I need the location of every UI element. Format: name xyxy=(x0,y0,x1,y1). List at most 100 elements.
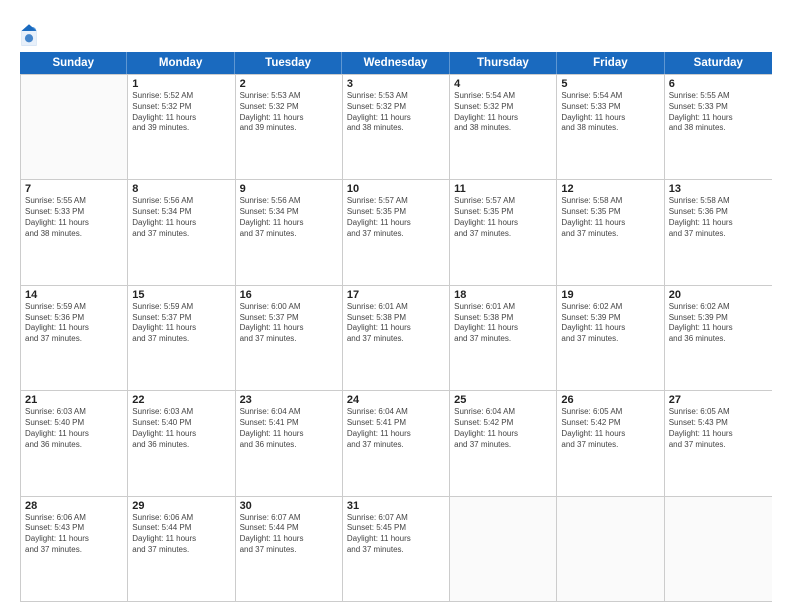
day-number: 4 xyxy=(454,78,552,90)
calendar-day-13: 13Sunrise: 5:58 AM Sunset: 5:36 PM Dayli… xyxy=(665,180,772,284)
calendar-row-5: 28Sunrise: 6:06 AM Sunset: 5:43 PM Dayli… xyxy=(21,496,772,601)
calendar-day-11: 11Sunrise: 5:57 AM Sunset: 5:35 PM Dayli… xyxy=(450,180,557,284)
header-day-sunday: Sunday xyxy=(20,52,127,74)
header-day-monday: Monday xyxy=(127,52,234,74)
day-info: Sunrise: 5:55 AM Sunset: 5:33 PM Dayligh… xyxy=(669,91,768,134)
day-info: Sunrise: 6:06 AM Sunset: 5:44 PM Dayligh… xyxy=(132,513,230,556)
day-info: Sunrise: 5:58 AM Sunset: 5:35 PM Dayligh… xyxy=(561,196,659,239)
calendar-day-20: 20Sunrise: 6:02 AM Sunset: 5:39 PM Dayli… xyxy=(665,286,772,390)
day-number: 26 xyxy=(561,394,659,406)
calendar-day-6: 6Sunrise: 5:55 AM Sunset: 5:33 PM Daylig… xyxy=(665,75,772,179)
calendar-empty-cell xyxy=(450,497,557,601)
header-day-wednesday: Wednesday xyxy=(342,52,449,74)
day-info: Sunrise: 5:56 AM Sunset: 5:34 PM Dayligh… xyxy=(132,196,230,239)
header-day-tuesday: Tuesday xyxy=(235,52,342,74)
day-number: 12 xyxy=(561,183,659,195)
day-number: 23 xyxy=(240,394,338,406)
calendar-day-8: 8Sunrise: 5:56 AM Sunset: 5:34 PM Daylig… xyxy=(128,180,235,284)
calendar-day-16: 16Sunrise: 6:00 AM Sunset: 5:37 PM Dayli… xyxy=(236,286,343,390)
day-number: 20 xyxy=(669,289,768,301)
day-number: 14 xyxy=(25,289,123,301)
calendar-day-2: 2Sunrise: 5:53 AM Sunset: 5:32 PM Daylig… xyxy=(236,75,343,179)
day-number: 9 xyxy=(240,183,338,195)
day-info: Sunrise: 6:04 AM Sunset: 5:41 PM Dayligh… xyxy=(240,407,338,450)
calendar-row-3: 14Sunrise: 5:59 AM Sunset: 5:36 PM Dayli… xyxy=(21,285,772,390)
day-info: Sunrise: 6:03 AM Sunset: 5:40 PM Dayligh… xyxy=(132,407,230,450)
calendar-day-27: 27Sunrise: 6:05 AM Sunset: 5:43 PM Dayli… xyxy=(665,391,772,495)
calendar-day-25: 25Sunrise: 6:04 AM Sunset: 5:42 PM Dayli… xyxy=(450,391,557,495)
day-number: 13 xyxy=(669,183,768,195)
calendar-day-21: 21Sunrise: 6:03 AM Sunset: 5:40 PM Dayli… xyxy=(21,391,128,495)
calendar-day-14: 14Sunrise: 5:59 AM Sunset: 5:36 PM Dayli… xyxy=(21,286,128,390)
day-info: Sunrise: 6:03 AM Sunset: 5:40 PM Dayligh… xyxy=(25,407,123,450)
day-info: Sunrise: 6:01 AM Sunset: 5:38 PM Dayligh… xyxy=(347,302,445,345)
calendar-day-15: 15Sunrise: 5:59 AM Sunset: 5:37 PM Dayli… xyxy=(128,286,235,390)
day-info: Sunrise: 6:05 AM Sunset: 5:42 PM Dayligh… xyxy=(561,407,659,450)
day-info: Sunrise: 5:54 AM Sunset: 5:32 PM Dayligh… xyxy=(454,91,552,134)
header-day-thursday: Thursday xyxy=(450,52,557,74)
day-info: Sunrise: 5:56 AM Sunset: 5:34 PM Dayligh… xyxy=(240,196,338,239)
day-info: Sunrise: 6:07 AM Sunset: 5:44 PM Dayligh… xyxy=(240,513,338,556)
day-number: 28 xyxy=(25,500,123,512)
calendar-row-4: 21Sunrise: 6:03 AM Sunset: 5:40 PM Dayli… xyxy=(21,390,772,495)
calendar-day-31: 31Sunrise: 6:07 AM Sunset: 5:45 PM Dayli… xyxy=(343,497,450,601)
day-number: 10 xyxy=(347,183,445,195)
day-info: Sunrise: 6:04 AM Sunset: 5:42 PM Dayligh… xyxy=(454,407,552,450)
day-number: 11 xyxy=(454,183,552,195)
calendar-day-30: 30Sunrise: 6:07 AM Sunset: 5:44 PM Dayli… xyxy=(236,497,343,601)
day-info: Sunrise: 5:53 AM Sunset: 5:32 PM Dayligh… xyxy=(240,91,338,134)
day-number: 5 xyxy=(561,78,659,90)
day-info: Sunrise: 5:58 AM Sunset: 5:36 PM Dayligh… xyxy=(669,196,768,239)
calendar-day-19: 19Sunrise: 6:02 AM Sunset: 5:39 PM Dayli… xyxy=(557,286,664,390)
header xyxy=(20,18,772,48)
calendar-day-3: 3Sunrise: 5:53 AM Sunset: 5:32 PM Daylig… xyxy=(343,75,450,179)
day-number: 18 xyxy=(454,289,552,301)
calendar-day-24: 24Sunrise: 6:04 AM Sunset: 5:41 PM Dayli… xyxy=(343,391,450,495)
day-number: 24 xyxy=(347,394,445,406)
day-info: Sunrise: 5:57 AM Sunset: 5:35 PM Dayligh… xyxy=(347,196,445,239)
calendar-day-29: 29Sunrise: 6:06 AM Sunset: 5:44 PM Dayli… xyxy=(128,497,235,601)
day-number: 6 xyxy=(669,78,768,90)
calendar-day-5: 5Sunrise: 5:54 AM Sunset: 5:33 PM Daylig… xyxy=(557,75,664,179)
header-day-friday: Friday xyxy=(557,52,664,74)
calendar-day-22: 22Sunrise: 6:03 AM Sunset: 5:40 PM Dayli… xyxy=(128,391,235,495)
calendar-body: 1Sunrise: 5:52 AM Sunset: 5:32 PM Daylig… xyxy=(20,74,772,602)
day-info: Sunrise: 6:02 AM Sunset: 5:39 PM Dayligh… xyxy=(561,302,659,345)
day-number: 21 xyxy=(25,394,123,406)
day-info: Sunrise: 6:06 AM Sunset: 5:43 PM Dayligh… xyxy=(25,513,123,556)
calendar-day-28: 28Sunrise: 6:06 AM Sunset: 5:43 PM Dayli… xyxy=(21,497,128,601)
calendar-day-7: 7Sunrise: 5:55 AM Sunset: 5:33 PM Daylig… xyxy=(21,180,128,284)
calendar-header: SundayMondayTuesdayWednesdayThursdayFrid… xyxy=(20,52,772,74)
header-day-saturday: Saturday xyxy=(665,52,772,74)
day-info: Sunrise: 6:07 AM Sunset: 5:45 PM Dayligh… xyxy=(347,513,445,556)
calendar-day-18: 18Sunrise: 6:01 AM Sunset: 5:38 PM Dayli… xyxy=(450,286,557,390)
day-number: 19 xyxy=(561,289,659,301)
day-info: Sunrise: 5:53 AM Sunset: 5:32 PM Dayligh… xyxy=(347,91,445,134)
logo xyxy=(20,22,41,48)
calendar-day-12: 12Sunrise: 5:58 AM Sunset: 5:35 PM Dayli… xyxy=(557,180,664,284)
day-number: 27 xyxy=(669,394,768,406)
day-number: 17 xyxy=(347,289,445,301)
calendar-empty-cell xyxy=(21,75,128,179)
day-number: 31 xyxy=(347,500,445,512)
day-info: Sunrise: 6:00 AM Sunset: 5:37 PM Dayligh… xyxy=(240,302,338,345)
day-number: 1 xyxy=(132,78,230,90)
day-info: Sunrise: 5:52 AM Sunset: 5:32 PM Dayligh… xyxy=(132,91,230,134)
calendar-day-17: 17Sunrise: 6:01 AM Sunset: 5:38 PM Dayli… xyxy=(343,286,450,390)
day-number: 29 xyxy=(132,500,230,512)
day-info: Sunrise: 6:01 AM Sunset: 5:38 PM Dayligh… xyxy=(454,302,552,345)
day-info: Sunrise: 5:57 AM Sunset: 5:35 PM Dayligh… xyxy=(454,196,552,239)
calendar-row-2: 7Sunrise: 5:55 AM Sunset: 5:33 PM Daylig… xyxy=(21,179,772,284)
calendar-page: SundayMondayTuesdayWednesdayThursdayFrid… xyxy=(0,0,792,612)
day-number: 30 xyxy=(240,500,338,512)
calendar-day-26: 26Sunrise: 6:05 AM Sunset: 5:42 PM Dayli… xyxy=(557,391,664,495)
day-number: 7 xyxy=(25,183,123,195)
logo-icon xyxy=(20,22,38,48)
day-info: Sunrise: 5:59 AM Sunset: 5:37 PM Dayligh… xyxy=(132,302,230,345)
day-number: 8 xyxy=(132,183,230,195)
day-info: Sunrise: 5:55 AM Sunset: 5:33 PM Dayligh… xyxy=(25,196,123,239)
day-info: Sunrise: 5:54 AM Sunset: 5:33 PM Dayligh… xyxy=(561,91,659,134)
calendar-day-10: 10Sunrise: 5:57 AM Sunset: 5:35 PM Dayli… xyxy=(343,180,450,284)
calendar-day-9: 9Sunrise: 5:56 AM Sunset: 5:34 PM Daylig… xyxy=(236,180,343,284)
day-number: 15 xyxy=(132,289,230,301)
